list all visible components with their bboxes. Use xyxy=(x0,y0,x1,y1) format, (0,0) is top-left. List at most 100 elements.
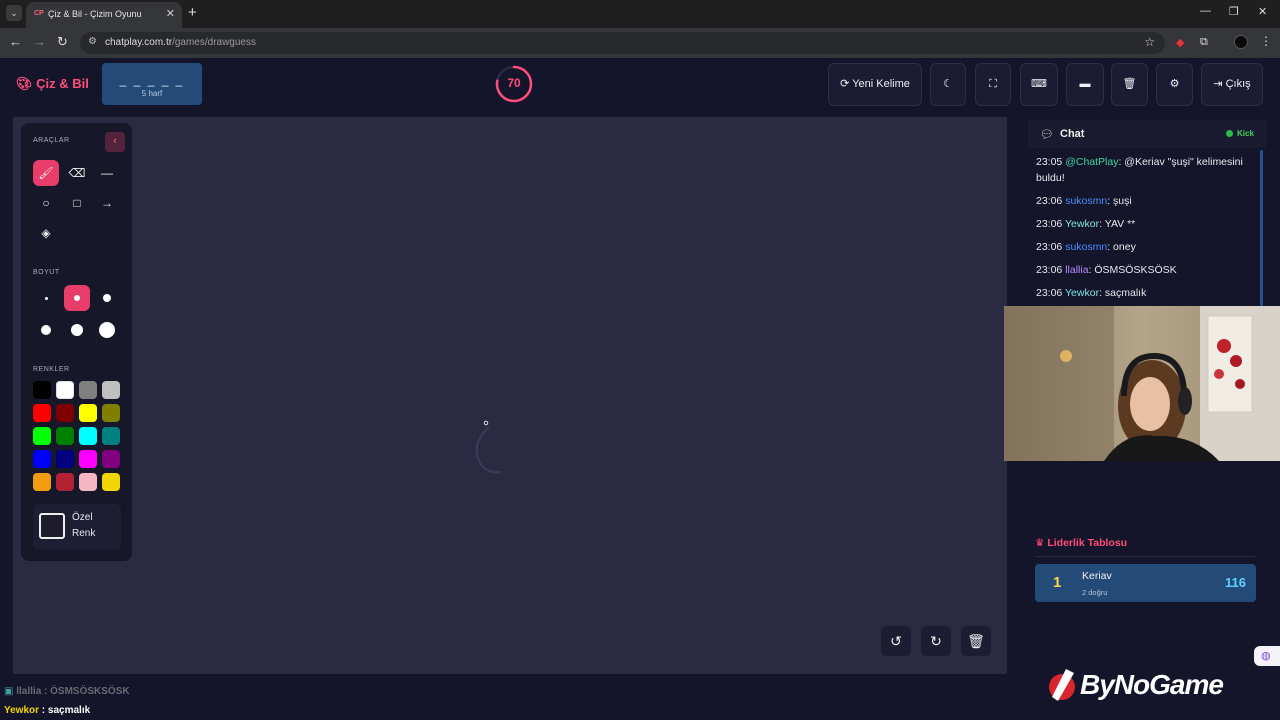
crown-icon: ♛ xyxy=(1035,537,1045,549)
size-section-label: BOYUT xyxy=(33,269,60,276)
refresh-icon: ⟳ xyxy=(840,78,850,90)
custom-color-button[interactable]: Özel Renk xyxy=(33,504,121,550)
profile-avatar[interactable] xyxy=(1234,35,1248,52)
eraser-tool[interactable]: ⌫ xyxy=(64,160,90,186)
browser-tab-bar: ⌄ CP Çiz & Bil - Çizim Oyunu ✕ + — ❐ ✕ xyxy=(0,0,1280,28)
side-widget-button[interactable]: ◍ xyxy=(1254,646,1280,666)
minimize-button[interactable]: — xyxy=(1200,5,1211,17)
theme-toggle-button[interactable]: ☾ xyxy=(930,63,966,106)
color-swatch[interactable] xyxy=(102,427,120,445)
clear-canvas-button[interactable]: 🗑︎ xyxy=(961,626,991,656)
color-swatch[interactable] xyxy=(79,404,97,422)
address-bar-row: ← → ↻ ⚙ chatplay.com.tr/games/drawguess … xyxy=(0,28,1280,58)
window-close-button[interactable]: ✕ xyxy=(1258,5,1267,18)
size-dot xyxy=(103,294,111,302)
tab-search-button[interactable]: ⌄ xyxy=(6,5,22,21)
fullscreen-button[interactable]: ⛶ xyxy=(975,63,1011,106)
size-option[interactable] xyxy=(33,317,59,343)
rectangle-icon: □ xyxy=(73,196,81,210)
forward-button[interactable]: → xyxy=(33,34,46,49)
redo-button[interactable]: ↻ xyxy=(921,626,951,656)
message-text: : ÖSMSÖSKSÖSK xyxy=(1088,264,1177,276)
brand-mark-icon xyxy=(1049,669,1075,701)
bookmark-star-icon[interactable]: ☆ xyxy=(1144,35,1155,49)
canvas-drawing xyxy=(475,420,501,474)
size-option[interactable] xyxy=(94,317,120,343)
trash-icon: 🗑︎ xyxy=(967,633,985,649)
platform-badge-icon: ▣ xyxy=(4,686,14,697)
color-swatch[interactable] xyxy=(56,427,74,445)
size-dot xyxy=(74,295,80,301)
timer-value: 70 xyxy=(507,76,521,90)
size-option[interactable] xyxy=(94,285,120,311)
tab-close-icon[interactable]: ✕ xyxy=(166,7,175,20)
chat-scrollbar[interactable] xyxy=(1260,150,1263,306)
undo-button[interactable]: ↺ xyxy=(881,626,911,656)
message-user: @ChatPlay xyxy=(1065,156,1119,168)
webcam-feed xyxy=(1004,306,1280,461)
undo-icon: ↺ xyxy=(890,633,902,649)
player-name: Keriav xyxy=(1082,570,1112,582)
trash-icon: 🗑︎ xyxy=(1122,78,1137,90)
color-swatch[interactable] xyxy=(33,450,51,468)
custom-color-swatch xyxy=(39,513,65,539)
reload-button[interactable]: ↻ xyxy=(57,34,68,50)
line-icon: — xyxy=(101,166,113,180)
settings-button[interactable]: ⚙ xyxy=(1156,63,1193,106)
url-field[interactable]: ⚙ chatplay.com.tr/games/drawguess ☆ xyxy=(80,32,1165,54)
tab-title: Çiz & Bil - Çizim Oyunu xyxy=(48,9,142,19)
extensions-puzzle-icon[interactable]: ⧉ xyxy=(1200,36,1208,49)
new-word-button[interactable]: ⟳ Yeni Kelime xyxy=(828,63,922,106)
size-option[interactable] xyxy=(64,317,90,343)
player-correct-count: 2 doğru xyxy=(1082,588,1108,597)
message-text: : saçmalık xyxy=(1099,287,1147,299)
extension-icon[interactable]: ◆ xyxy=(1176,36,1184,49)
color-swatch[interactable] xyxy=(56,404,74,422)
url-text: chatplay.com.tr/games/drawguess xyxy=(105,37,256,48)
clear-button[interactable]: 🗑︎ xyxy=(1111,63,1148,106)
browser-tab[interactable]: CP Çiz & Bil - Çizim Oyunu ✕ xyxy=(26,2,182,28)
brush-icon: 🖌︎ xyxy=(38,166,54,180)
keyboard-button[interactable]: ⌨ xyxy=(1020,63,1058,106)
archive-icon: ▬ xyxy=(1079,78,1091,90)
site-info-icon[interactable]: ⚙ xyxy=(88,36,97,47)
color-swatch[interactable] xyxy=(56,381,74,399)
color-swatch[interactable] xyxy=(79,381,97,399)
message-time: 23:05 xyxy=(1036,156,1066,168)
color-swatch[interactable] xyxy=(102,473,120,491)
color-swatch[interactable] xyxy=(33,473,51,491)
message-time: 23:06 xyxy=(1036,287,1066,299)
collapse-panel-button[interactable]: ‹ xyxy=(105,132,125,152)
message-time: 23:06 xyxy=(1036,195,1066,207)
line-tool[interactable]: — xyxy=(94,160,120,186)
color-swatch[interactable] xyxy=(102,450,120,468)
fill-tool[interactable]: ◈ xyxy=(33,220,59,246)
circle-tool[interactable]: ○ xyxy=(33,190,59,216)
size-dot xyxy=(99,322,115,338)
color-swatch[interactable] xyxy=(56,473,74,491)
size-option[interactable] xyxy=(33,285,59,311)
size-option[interactable] xyxy=(64,285,90,311)
color-swatch[interactable] xyxy=(33,427,51,445)
color-swatch[interactable] xyxy=(33,404,51,422)
live-status-dot xyxy=(1226,130,1233,137)
exit-button[interactable]: ⇥ Çıkış xyxy=(1201,63,1263,106)
new-tab-button[interactable]: + xyxy=(188,4,197,21)
back-button[interactable]: ← xyxy=(9,34,22,49)
maximize-button[interactable]: ❐ xyxy=(1229,5,1239,18)
archive-button[interactable]: ▬ xyxy=(1066,63,1104,106)
color-swatch[interactable] xyxy=(56,450,74,468)
browser-menu-icon[interactable]: ⋮ xyxy=(1260,34,1272,48)
rectangle-tool[interactable]: □ xyxy=(64,190,90,216)
color-swatch[interactable] xyxy=(79,473,97,491)
platform-label: Kick xyxy=(1237,129,1254,138)
color-swatch[interactable] xyxy=(102,404,120,422)
arrow-tool[interactable]: → xyxy=(94,190,120,216)
color-swatch[interactable] xyxy=(33,381,51,399)
color-swatch[interactable] xyxy=(79,427,97,445)
brush-tool[interactable]: 🖌︎ xyxy=(33,160,59,186)
color-swatch[interactable] xyxy=(102,381,120,399)
colors-section-label: RENKLER xyxy=(33,366,70,373)
color-swatch[interactable] xyxy=(79,450,97,468)
drawing-canvas[interactable] xyxy=(13,117,1007,674)
